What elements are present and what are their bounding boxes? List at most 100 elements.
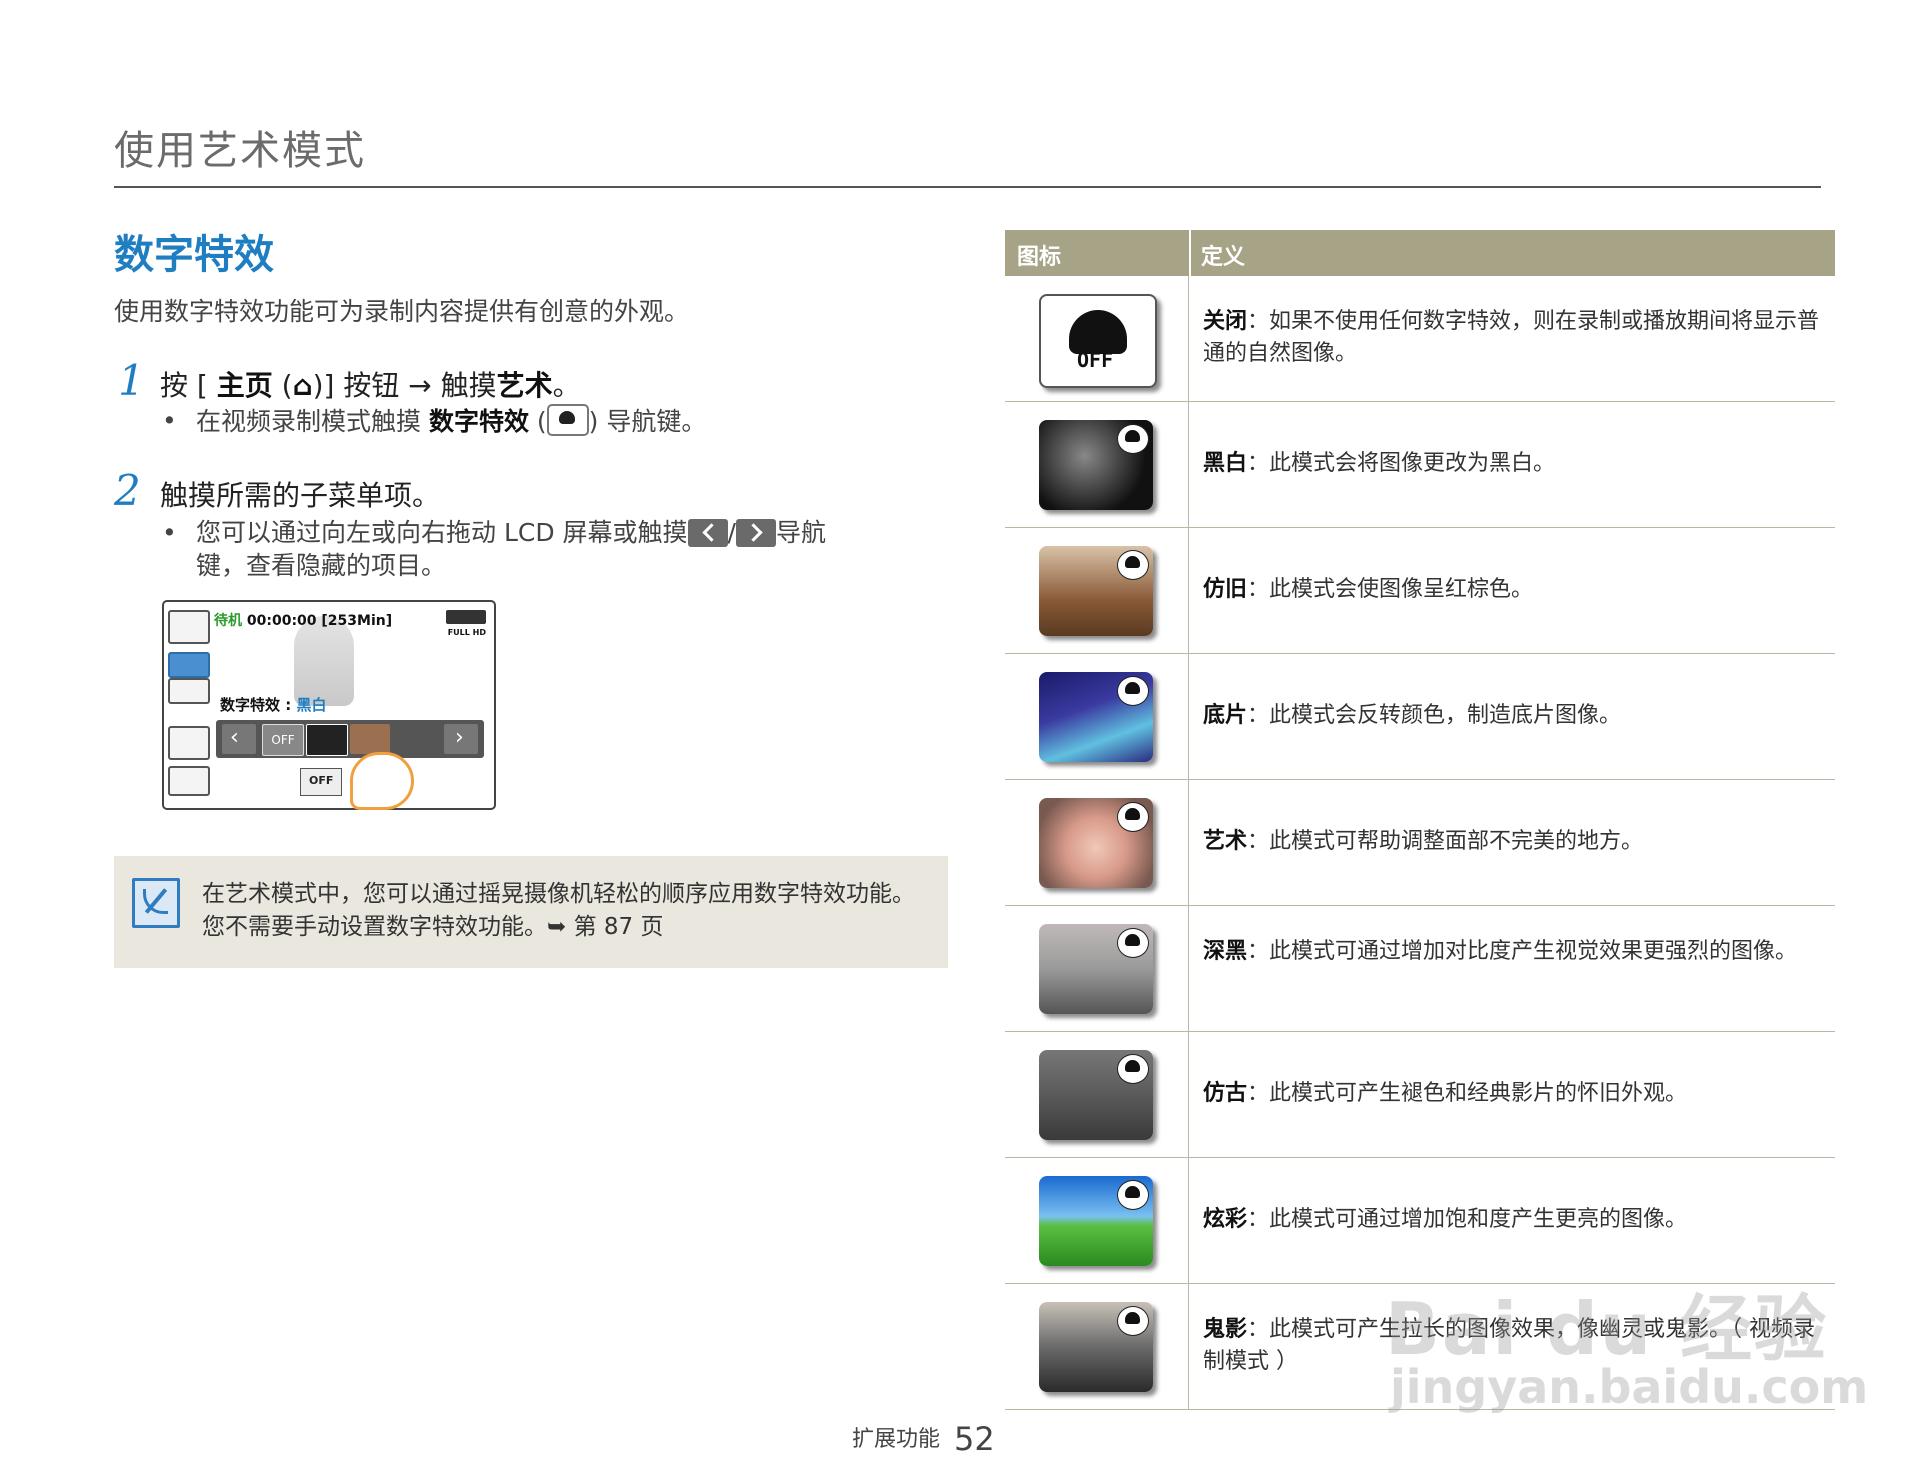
section-intro: 使用数字特效功能可为录制内容提供有创意的外观。 [114, 297, 690, 326]
effect-badge-icon [1117, 676, 1149, 706]
row-definition: 炫彩：此模式可通过增加饱和度产生更亮的图像。 [1203, 1204, 1823, 1236]
mode-icon [168, 610, 210, 644]
lcd-status: 待机 00:00:00 [253Min] [214, 610, 392, 630]
step-1-bullet: • 在视频录制模式触摸 数字特效 () 导航键。 [162, 404, 922, 438]
lcd-effect-label: 数字特效 : 黑白 [220, 694, 326, 715]
page-number: 52 [954, 1420, 995, 1458]
step-1-text: 按 [ 主页 (⌂)] 按钮 → 触摸艺术。 [160, 364, 581, 404]
strip-bw-cell[interactable] [306, 724, 348, 756]
row-divider [1188, 780, 1189, 905]
step-1-text-a: 按 [ [160, 369, 217, 402]
step-2-bullet: • 您可以通过向左或向右拖动 LCD 屏幕或触摸 / 导航 键，查看隐藏的项目。 [162, 516, 942, 582]
step-1-bullet-b: ( [528, 407, 547, 436]
lcd-effect-off-button[interactable]: OFF [300, 768, 342, 796]
effect-badge-icon [1117, 928, 1149, 958]
header-icon-col: 图标 [1017, 245, 1062, 270]
step-2-bullet-c: 键，查看隐藏的项目。 [196, 551, 447, 580]
step-2-number: 2 [114, 466, 141, 515]
row-definition: 仿古：此模式可产生褪色和经典影片的怀旧外观。 [1203, 1078, 1823, 1110]
sepia-thumbnail [1039, 546, 1153, 636]
row-sep: ： [1247, 451, 1270, 476]
chevron-right-icon [735, 519, 776, 547]
zoom-icon [168, 726, 210, 760]
strip-prev-button[interactable]: ‹ [222, 724, 256, 754]
step-1-art-label: 艺术 [496, 369, 553, 402]
row-sep: ： [1247, 1317, 1270, 1342]
table-row: 仿古：此模式可产生褪色和经典影片的怀旧外观。 [1005, 1032, 1835, 1158]
video-mode-icon [168, 652, 210, 678]
row-divider [1188, 402, 1189, 527]
lcd-effect-value: 黑白 [296, 696, 327, 714]
row-def-text: 此模式会反转颜色，制造底片图像。 [1269, 703, 1622, 728]
row-term: 深黑 [1203, 939, 1248, 964]
row-term: 黑白 [1203, 451, 1248, 476]
header-rule [114, 186, 1821, 188]
row-definition: 关闭：如果不使用任何数字特效，则在录制或播放期间将显示普通的自然图像。 [1203, 306, 1823, 370]
strip-next-button[interactable]: › [444, 724, 478, 754]
row-divider [1188, 528, 1189, 653]
playback-icon [168, 766, 210, 796]
step-2-text: 触摸所需的子菜单项。 [160, 479, 441, 512]
off-icon-text: OFF [1077, 348, 1114, 372]
row-term: 仿旧 [1203, 577, 1248, 602]
ghost-thumbnail [1039, 1302, 1153, 1392]
chevron-right-icon: › [455, 725, 464, 750]
baidu-watermark-url: jingyan.baidu.com [1390, 1360, 1869, 1414]
table-row: 黑白：此模式会将图像更改为黑白。 [1005, 402, 1835, 528]
row-sep: ： [1247, 577, 1270, 602]
row-divider [1188, 654, 1189, 779]
row-term: 艺术 [1203, 829, 1248, 854]
table-row: 深黑：此模式可通过增加对比度产生视觉效果更强烈的图像。 [1005, 906, 1835, 1032]
note-line-2[interactable]: 您不需要手动设置数字特效功能。➥ 第 87 页 [202, 911, 915, 944]
note-line-1: 在艺术模式中，您可以通过摇晃摄像机轻松的顺序应用数字特效功能。 [202, 881, 915, 907]
bullet-dot: • [162, 406, 177, 435]
row-definition: 深黑：此模式可通过增加对比度产生视觉效果更强烈的图像。 [1203, 936, 1823, 968]
header-separator [1189, 230, 1191, 276]
row-definition: 黑白：此模式会将图像更改为黑白。 [1203, 448, 1823, 480]
home-icon: ⌂ [292, 369, 313, 402]
step-1-number: 1 [118, 356, 145, 405]
row-term: 仿古 [1203, 1081, 1248, 1106]
negative-thumbnail [1039, 672, 1153, 762]
effect-badge-icon [1117, 1306, 1149, 1336]
effect-badge-icon [1117, 1180, 1149, 1210]
table-header: 图标 定义 [1005, 230, 1835, 276]
lcd-screen-illustration: 待机 00:00:00 [253Min] FULL HD 数字特效 : 黑白 ‹… [162, 600, 496, 810]
strip-off-cell[interactable]: OFF [262, 724, 304, 756]
row-term: 鬼影 [1203, 1317, 1248, 1342]
row-def-text: 此模式可帮助调整面部不完美的地方。 [1269, 829, 1644, 854]
row-sep: ： [1247, 939, 1270, 964]
noir-thumbnail [1039, 924, 1153, 1014]
note-icon [132, 878, 180, 928]
step-1-text-d: 。 [552, 369, 581, 402]
section-title: 数字特效 [114, 232, 274, 278]
digital-effect-icon [546, 404, 589, 436]
note-box: 在艺术模式中，您可以通过摇晃摄像机轻松的顺序应用数字特效功能。 您不需要手动设置… [114, 856, 948, 968]
row-definition: 仿旧：此模式会使图像呈红棕色。 [1203, 574, 1823, 606]
table-row: 炫彩：此模式可通过增加饱和度产生更亮的图像。 [1005, 1158, 1835, 1284]
row-divider [1188, 1158, 1189, 1283]
page-footer: 扩展功能 52 [852, 1420, 995, 1458]
lcd-status-standby: 待机 [214, 613, 242, 629]
row-def-text: 此模式会将图像更改为黑白。 [1269, 451, 1556, 476]
table-row: 仿旧：此模式会使图像呈红棕色。 [1005, 528, 1835, 654]
effect-strip[interactable]: ‹ OFF › [216, 720, 484, 758]
art-thumbnail [1039, 798, 1153, 888]
row-definition: 艺术：此模式可帮助调整面部不完美的地方。 [1203, 826, 1823, 858]
touch-hand-icon [350, 752, 414, 810]
row-def-text: 此模式可通过增加饱和度产生更亮的图像。 [1269, 1207, 1688, 1232]
lcd-status-time: 00:00:00 [253Min] [242, 613, 393, 629]
strip-sepia-cell[interactable] [350, 724, 390, 754]
step-2-bullet-b: 导航 [775, 518, 826, 547]
off-icon: OFF [1039, 294, 1157, 388]
chevron-left-icon [687, 519, 728, 547]
step-1-text-c: )] 按钮 → 触摸 [312, 369, 497, 402]
old-film-thumbnail [1039, 1050, 1153, 1140]
row-term: 底片 [1203, 703, 1248, 728]
chevron-left-icon: ‹ [230, 725, 239, 750]
bw-thumbnail [1039, 420, 1153, 510]
row-sep: ： [1247, 703, 1270, 728]
effect-badge-icon [1117, 1054, 1149, 1084]
battery-icon [446, 610, 486, 624]
dazzle-thumbnail [1039, 1176, 1153, 1266]
